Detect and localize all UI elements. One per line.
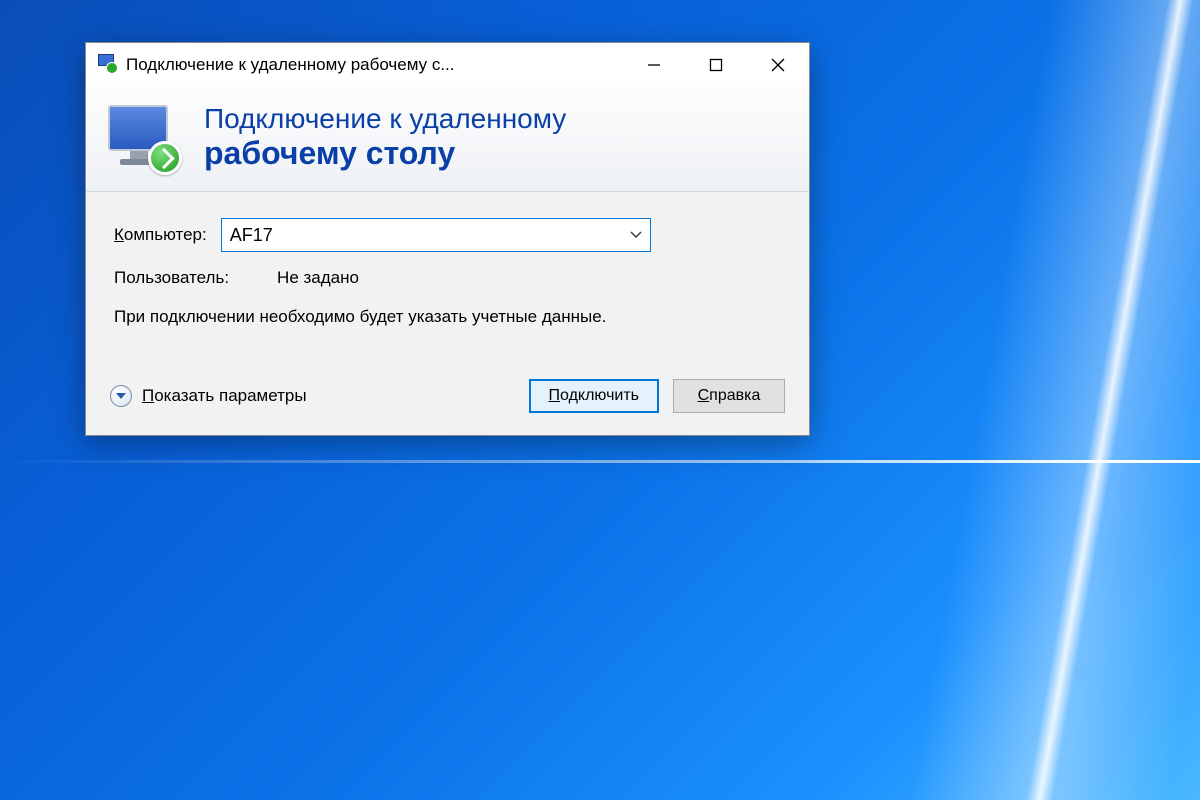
close-button[interactable] xyxy=(747,43,809,87)
show-options-toggle[interactable]: Показать параметры xyxy=(110,385,307,407)
rdp-window: Подключение к удаленному рабочему с... П… xyxy=(85,42,810,436)
expand-down-icon xyxy=(110,385,132,407)
rdp-banner-icon xyxy=(108,101,186,173)
user-value: Не задано xyxy=(277,268,359,288)
desktop-horizon xyxy=(0,460,1200,463)
banner-line2: рабочему столу xyxy=(204,135,566,172)
show-options-label: Показать параметры xyxy=(142,386,307,406)
desktop-light-streak xyxy=(909,0,1200,800)
banner: Подключение к удаленному рабочему столу xyxy=(86,87,809,192)
banner-text: Подключение к удаленному рабочему столу xyxy=(204,103,566,172)
info-text: При подключении необходимо будет указать… xyxy=(114,306,781,329)
computer-row: Компьютер: xyxy=(114,218,781,252)
computer-label: Компьютер: xyxy=(114,225,207,245)
minimize-button[interactable] xyxy=(623,43,685,87)
window-title: Подключение к удаленному рабочему с... xyxy=(126,55,623,75)
maximize-button[interactable] xyxy=(685,43,747,87)
connect-button[interactable]: Подключить xyxy=(529,379,659,413)
banner-line1: Подключение к удаленному xyxy=(204,103,566,135)
user-label: Пользователь: xyxy=(114,268,229,288)
chevron-down-icon[interactable] xyxy=(622,219,650,251)
titlebar[interactable]: Подключение к удаленному рабочему с... xyxy=(86,43,809,87)
footer: Показать параметры Подключить Справка xyxy=(86,369,809,435)
computer-combobox[interactable] xyxy=(221,218,651,252)
help-button[interactable]: Справка xyxy=(673,379,785,413)
window-controls xyxy=(623,43,809,87)
computer-input[interactable] xyxy=(222,219,622,251)
rdp-app-icon xyxy=(96,54,118,76)
user-row: Пользователь: Не задано xyxy=(114,268,781,288)
body-area: Компьютер: Пользователь: Не задано При п… xyxy=(86,192,809,369)
